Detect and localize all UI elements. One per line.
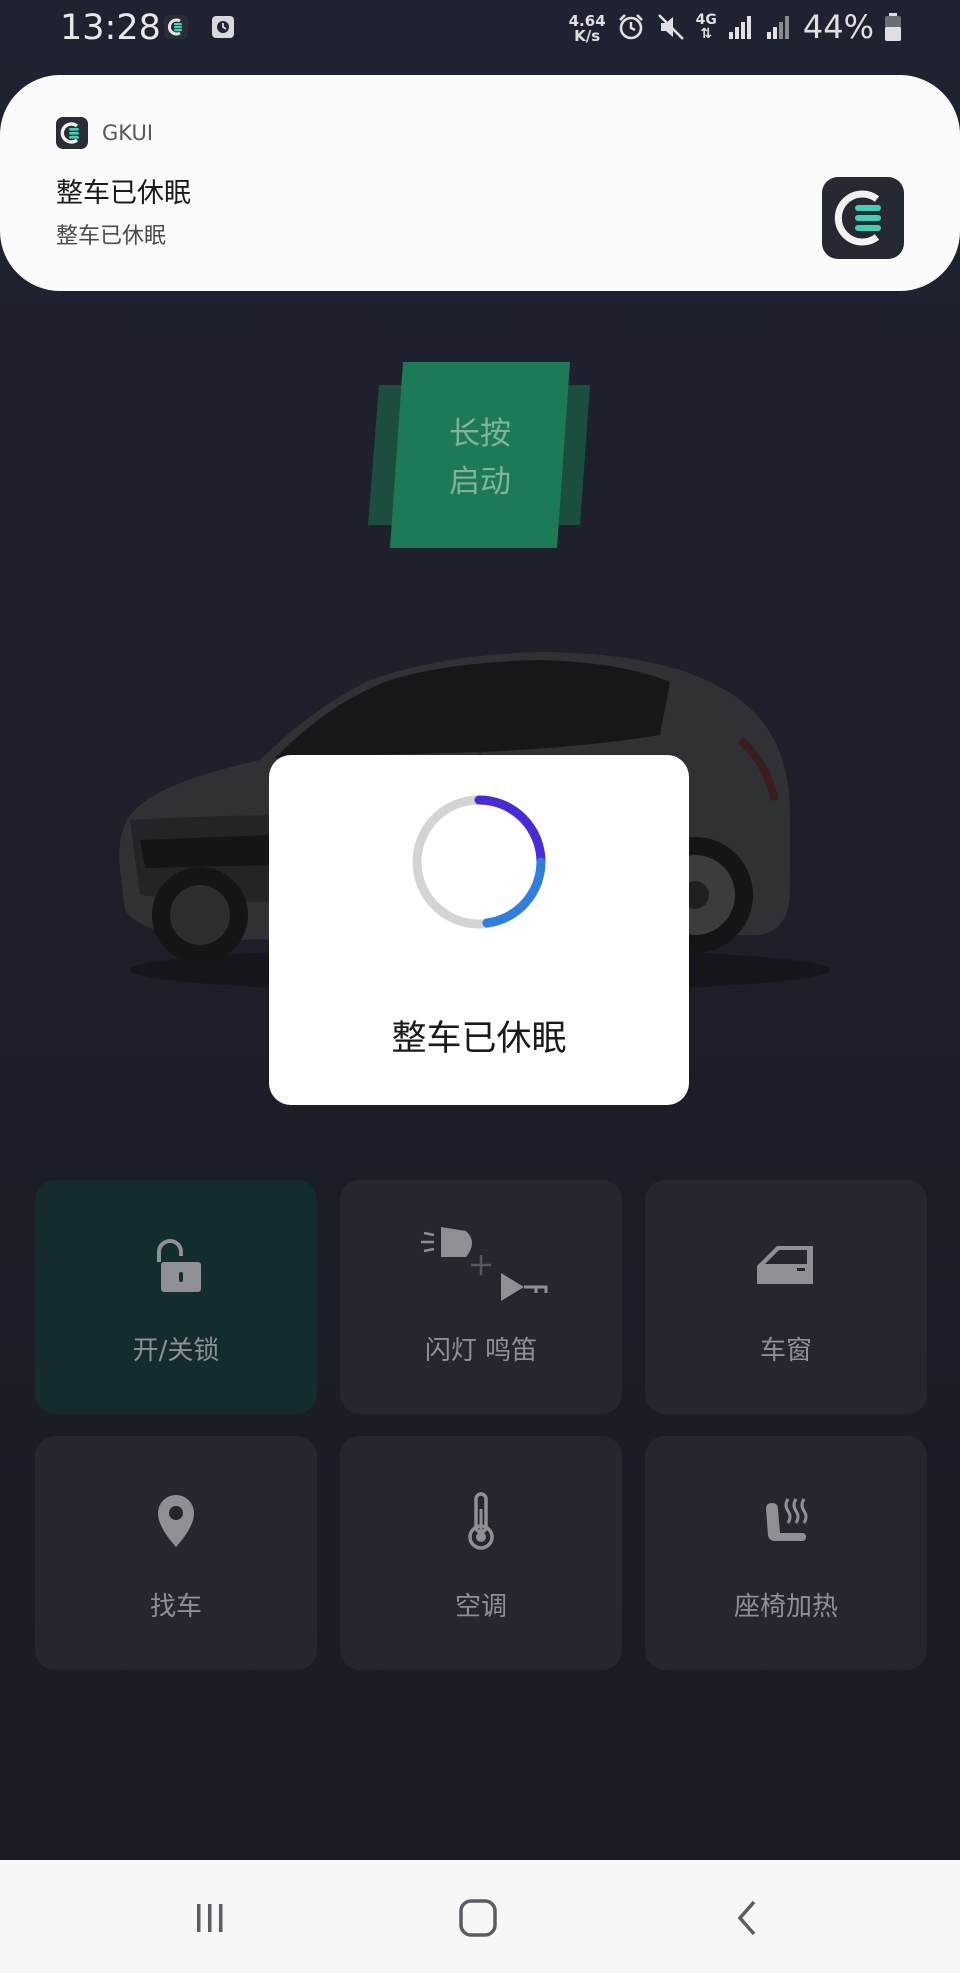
tile-label: 空调 bbox=[454, 1592, 507, 1622]
notification-header: GKUI bbox=[56, 117, 153, 149]
notification-title: 整车已休眠 bbox=[56, 178, 191, 209]
notification-card[interactable]: GKUI 整车已休眠 整车已休眠 bbox=[0, 75, 960, 291]
tile-label: 闪灯 鸣笛 bbox=[424, 1336, 538, 1366]
system-nav-bar bbox=[0, 1860, 960, 1973]
notification-app-name: GKUI bbox=[102, 121, 154, 145]
find-car-tile[interactable]: 找车 bbox=[35, 1436, 317, 1670]
seat-heating-tile[interactable]: 座椅加热 bbox=[645, 1436, 927, 1670]
signal-icon bbox=[728, 16, 751, 39]
unlock-icon bbox=[157, 1239, 201, 1292]
net-speed: 4.64 K/s bbox=[569, 14, 606, 44]
gkui-app-icon bbox=[56, 117, 88, 149]
status-bar: 13:28 4.64 K/s 4G ⇅ 44% bbox=[0, 0, 960, 60]
location-pin-icon bbox=[158, 1495, 194, 1547]
battery-percent: 44% bbox=[802, 8, 874, 46]
loading-spinner-icon bbox=[412, 795, 546, 929]
tile-label: 找车 bbox=[149, 1592, 202, 1622]
seat-heat-icon bbox=[766, 1498, 808, 1541]
home-icon bbox=[459, 1899, 497, 1937]
flash-horn-tile[interactable]: 闪灯 鸣笛 bbox=[340, 1180, 622, 1414]
loading-message: 整车已休眠 bbox=[391, 1019, 567, 1059]
gkui-status-icon bbox=[164, 15, 188, 39]
screen-record-icon bbox=[212, 16, 234, 38]
window-tile[interactable]: 车窗 bbox=[645, 1180, 927, 1414]
notification-body: 整车已休眠 bbox=[56, 224, 167, 249]
tile-label: 开/关锁 bbox=[132, 1336, 220, 1366]
signal-2-icon bbox=[766, 16, 789, 39]
status-right-group: 4.64 K/s 4G ⇅ 44% bbox=[569, 8, 902, 46]
gkui-large-icon bbox=[822, 177, 904, 259]
air-conditioning-tile[interactable]: 空调 bbox=[340, 1436, 622, 1670]
battery-icon bbox=[885, 13, 901, 41]
tile-label: 座椅加热 bbox=[733, 1592, 838, 1622]
lock-toggle-tile[interactable]: 开/关锁 bbox=[35, 1180, 317, 1414]
network-type: 4G ⇅ bbox=[695, 12, 717, 42]
mute-icon bbox=[657, 14, 684, 40]
window-icon bbox=[757, 1246, 813, 1284]
alarm-icon bbox=[618, 14, 643, 40]
status-time: 13:28 bbox=[60, 8, 161, 48]
long-press-start-button[interactable]: 长按 启动 bbox=[365, 360, 595, 550]
thermometer-icon bbox=[468, 1492, 494, 1550]
light-horn-icon bbox=[421, 1227, 548, 1301]
net-speed-unit: K/s bbox=[574, 27, 601, 45]
app-screen: 13:28 4.64 K/s 4G ⇅ 44% GKUI 整车已休眠 整车已休眠… bbox=[0, 0, 960, 1860]
loading-dialog: 整车已休眠 bbox=[269, 755, 689, 1105]
tile-label: 车窗 bbox=[759, 1336, 812, 1366]
back-icon bbox=[737, 1900, 756, 1936]
home-button[interactable] bbox=[448, 1888, 508, 1948]
start-button-label: 长按 启动 bbox=[449, 416, 511, 500]
recent-apps-button[interactable] bbox=[180, 1888, 240, 1948]
recent-apps-icon bbox=[197, 1904, 223, 1932]
back-button[interactable] bbox=[718, 1888, 778, 1948]
